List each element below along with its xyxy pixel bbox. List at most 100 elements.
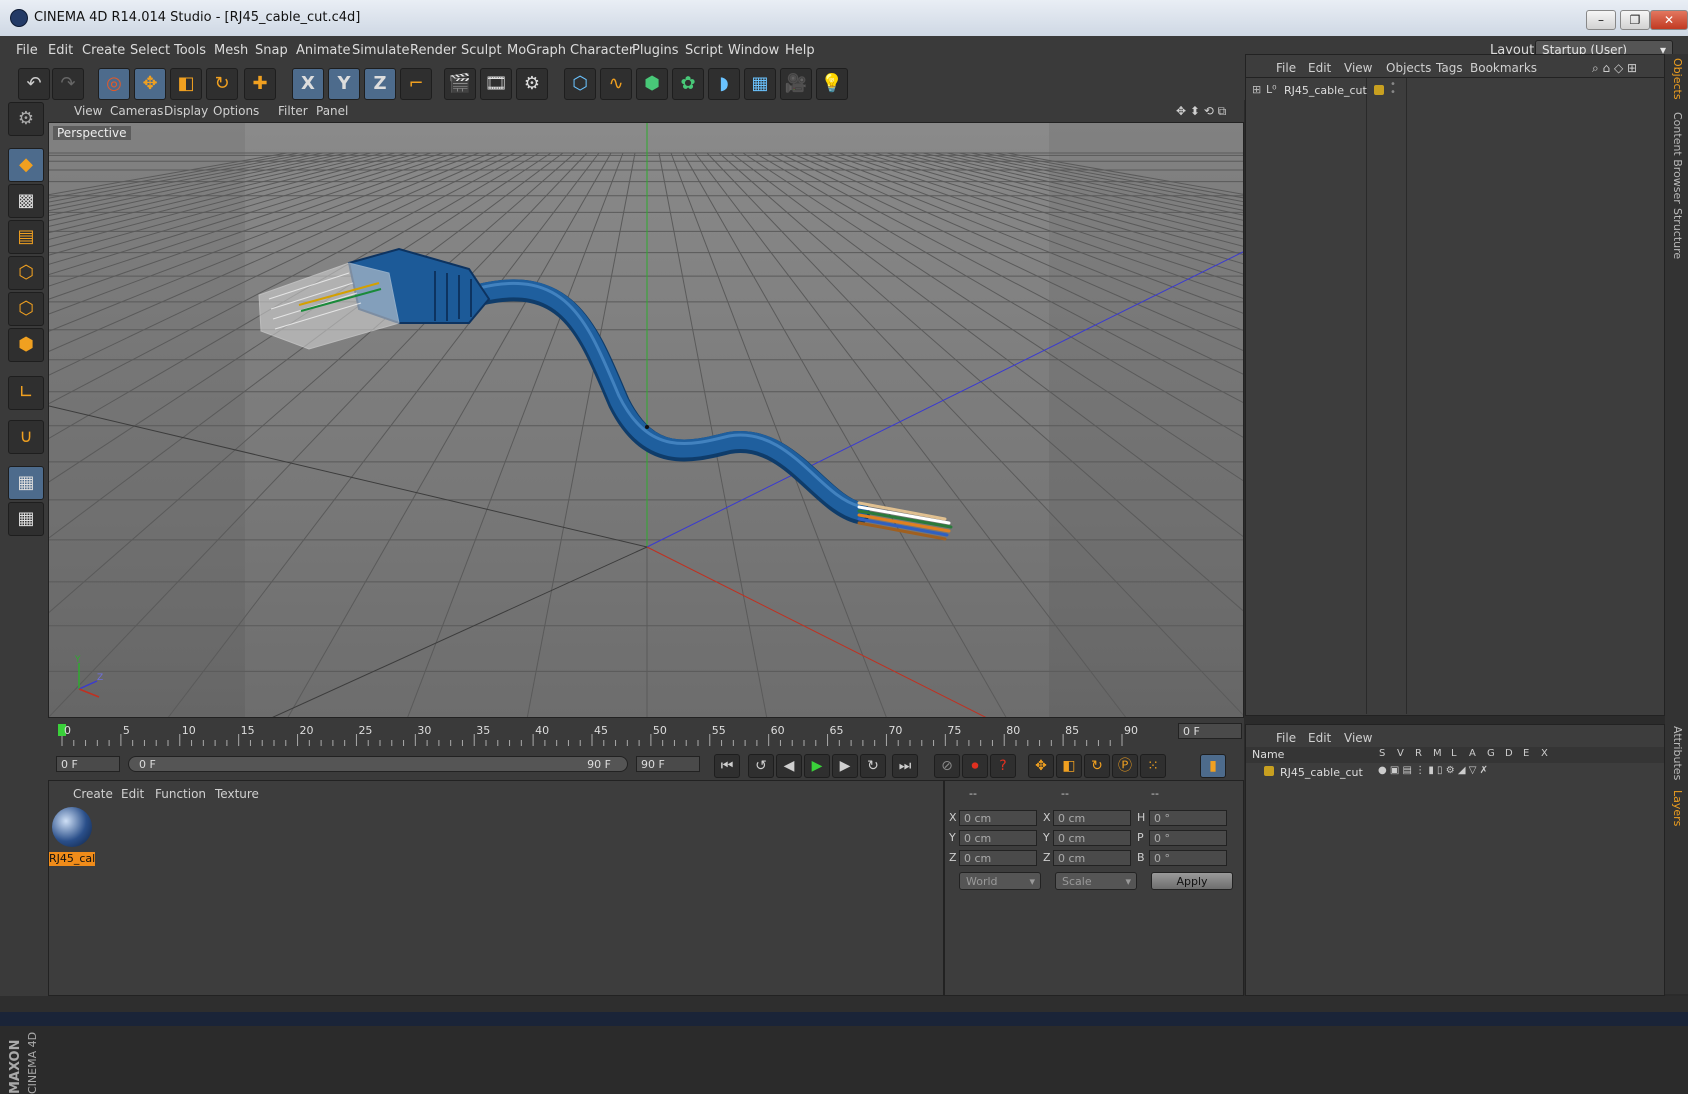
menu-character[interactable]: Character bbox=[570, 43, 634, 58]
flag-g[interactable]: G bbox=[1487, 748, 1495, 759]
menu-mesh[interactable]: Mesh bbox=[214, 43, 248, 58]
next-key-icon[interactable]: ↻ bbox=[860, 754, 886, 778]
restore-button[interactable]: ❐ bbox=[1620, 10, 1650, 30]
material-item[interactable]: RJ45_cal bbox=[49, 781, 97, 881]
redo-icon[interactable]: ↷ bbox=[52, 68, 84, 100]
polygons-mode-icon[interactable]: ⬢ bbox=[8, 328, 44, 362]
menu-render[interactable]: Render bbox=[410, 43, 456, 58]
objects-menu-tags[interactable]: Tags bbox=[1436, 61, 1463, 75]
cube-icon[interactable]: ⬡ bbox=[564, 68, 596, 100]
viewport-menu-options[interactable]: Options bbox=[213, 104, 259, 118]
menu-tools[interactable]: Tools bbox=[174, 43, 206, 58]
objects-toolbar-icons[interactable]: ⌕ ⌂ ◇ ⊞ bbox=[1592, 61, 1637, 76]
rot-b-field[interactable]: 0 ° bbox=[1149, 850, 1227, 866]
tab-structure[interactable]: Structure bbox=[1668, 208, 1684, 259]
go-to-start-icon[interactable]: ⏮ bbox=[714, 754, 740, 778]
flag-d[interactable]: D bbox=[1505, 748, 1513, 759]
next-frame-icon[interactable]: ▶ bbox=[832, 754, 858, 778]
record-keys-icon[interactable]: ⊘ bbox=[934, 754, 960, 778]
layers-menu-edit[interactable]: Edit bbox=[1308, 731, 1331, 745]
deformer-icon[interactable]: ◗ bbox=[708, 68, 740, 100]
tab-layers[interactable]: Layers bbox=[1668, 790, 1684, 826]
pos-z-field[interactable]: 0 cm bbox=[959, 850, 1037, 866]
menu-plugins[interactable]: Plugins bbox=[632, 43, 679, 58]
visibility-dots-icon[interactable]: •• bbox=[1390, 81, 1396, 97]
menu-window[interactable]: Window bbox=[728, 43, 779, 58]
viewport-menu-filter[interactable]: Filter bbox=[278, 104, 308, 118]
record-rotation-icon[interactable]: ↻ bbox=[1084, 754, 1110, 778]
viewport-nav-icons[interactable]: ✥ ⬍ ⟲ ⧉ bbox=[1176, 104, 1226, 119]
axis-mode-icon[interactable]: ∟ bbox=[8, 376, 44, 410]
record-position-icon[interactable]: ✥ bbox=[1028, 754, 1054, 778]
menu-file[interactable]: File bbox=[16, 43, 38, 58]
current-frame-field[interactable]: 0 F bbox=[1178, 723, 1242, 739]
subdivision-icon[interactable]: ⬢ bbox=[636, 68, 668, 100]
go-to-end-icon[interactable]: ⏭ bbox=[892, 754, 918, 778]
undo-icon[interactable]: ↶ bbox=[18, 68, 50, 100]
light-icon[interactable]: 💡 bbox=[816, 68, 848, 100]
record-parameter-icon[interactable]: Ⓟ bbox=[1112, 754, 1138, 778]
flag-m[interactable]: M bbox=[1433, 748, 1442, 759]
timeline-ruler[interactable]: 051015202530354045505560657075808590 0 F bbox=[48, 718, 1244, 750]
menu-mograph[interactable]: MoGraph bbox=[507, 43, 566, 58]
y-axis-icon[interactable]: Y bbox=[328, 68, 360, 100]
material-menu-texture[interactable]: Texture bbox=[215, 787, 259, 801]
camera-icon[interactable]: 🎥 bbox=[780, 68, 812, 100]
move-plus-icon[interactable]: ✚ bbox=[244, 68, 276, 100]
menu-create[interactable]: Create bbox=[82, 43, 125, 58]
menu-select[interactable]: Select bbox=[130, 43, 170, 58]
keyframe-selection-icon[interactable]: ? bbox=[990, 754, 1016, 778]
viewport-menu-display[interactable]: Display bbox=[164, 104, 208, 118]
menu-help[interactable]: Help bbox=[785, 43, 815, 58]
start-frame-field[interactable]: 0 F bbox=[56, 756, 120, 772]
flag-x[interactable]: X bbox=[1541, 748, 1548, 759]
layer-row[interactable]: RJ45_cable_cut ● ▣ ▤ ⋮ ▮ ▯ ⚙ ◢ ▽ ✗ bbox=[1250, 765, 1660, 781]
size-y-field[interactable]: 0 cm bbox=[1053, 830, 1131, 846]
snap-settings-icon[interactable]: ▦ bbox=[8, 502, 44, 536]
size-z-field[interactable]: 0 cm bbox=[1053, 850, 1131, 866]
viewport-menu-cameras[interactable]: Cameras bbox=[110, 104, 163, 118]
layer-color-swatch[interactable] bbox=[1264, 766, 1274, 776]
edges-mode-icon[interactable]: ⬡ bbox=[8, 292, 44, 326]
material-menu-function[interactable]: Function bbox=[155, 787, 206, 801]
autokey-icon[interactable]: ⏺ bbox=[962, 754, 988, 778]
material-thumbnail[interactable] bbox=[52, 807, 92, 847]
move-icon[interactable]: ✥ bbox=[134, 68, 166, 100]
layers-menu-file[interactable]: File bbox=[1276, 731, 1296, 745]
cloner-icon[interactable]: ✿ bbox=[672, 68, 704, 100]
coord-scale-select[interactable]: Scale▾ bbox=[1055, 872, 1137, 890]
flag-v[interactable]: V bbox=[1397, 748, 1404, 759]
timeline-track[interactable]: 051015202530354045505560657075808590 bbox=[58, 720, 1128, 748]
rotate-icon[interactable]: ↻ bbox=[206, 68, 238, 100]
flag-l[interactable]: L bbox=[1451, 748, 1457, 759]
render-picture-viewer-icon[interactable]: 🎞 bbox=[480, 68, 512, 100]
layers-menu-view[interactable]: View bbox=[1344, 731, 1372, 745]
render-view-icon[interactable]: 🎬 bbox=[444, 68, 476, 100]
workplane-mode-icon[interactable]: ▤ bbox=[8, 220, 44, 254]
z-axis-icon[interactable]: Z bbox=[364, 68, 396, 100]
objects-menu-edit[interactable]: Edit bbox=[1308, 61, 1331, 75]
magnet-icon[interactable]: ∪ bbox=[8, 420, 44, 454]
viewport-menu-view[interactable]: View bbox=[74, 104, 102, 118]
material-menu-edit[interactable]: Edit bbox=[121, 787, 144, 801]
make-editable-icon[interactable]: ⚙ bbox=[8, 102, 44, 136]
play-icon[interactable]: ▶ bbox=[804, 754, 830, 778]
viewport-menu-panel[interactable]: Panel bbox=[316, 104, 348, 118]
tab-attributes[interactable]: Attributes bbox=[1668, 726, 1684, 780]
pos-x-field[interactable]: 0 cm bbox=[959, 810, 1037, 826]
render-settings-icon[interactable]: ⚙ bbox=[516, 68, 548, 100]
texture-mode-icon[interactable]: ▩ bbox=[8, 184, 44, 218]
tab-objects[interactable]: Objects bbox=[1668, 58, 1684, 100]
record-point-level-icon[interactable]: ⁙ bbox=[1140, 754, 1166, 778]
object-row[interactable]: ⊞ L⁰ RJ45_cable_cut •• bbox=[1250, 83, 1660, 99]
menu-script[interactable]: Script bbox=[685, 43, 723, 58]
floor-icon[interactable]: ▦ bbox=[744, 68, 776, 100]
objects-menu-view[interactable]: View bbox=[1344, 61, 1372, 75]
menu-sculpt[interactable]: Sculpt bbox=[461, 43, 502, 58]
rot-h-field[interactable]: 0 ° bbox=[1149, 810, 1227, 826]
previous-key-icon[interactable]: ↺ bbox=[748, 754, 774, 778]
apply-button[interactable]: Apply bbox=[1151, 872, 1233, 890]
menu-animate[interactable]: Animate bbox=[296, 43, 350, 58]
scale-icon[interactable]: ◧ bbox=[170, 68, 202, 100]
pos-y-field[interactable]: 0 cm bbox=[959, 830, 1037, 846]
